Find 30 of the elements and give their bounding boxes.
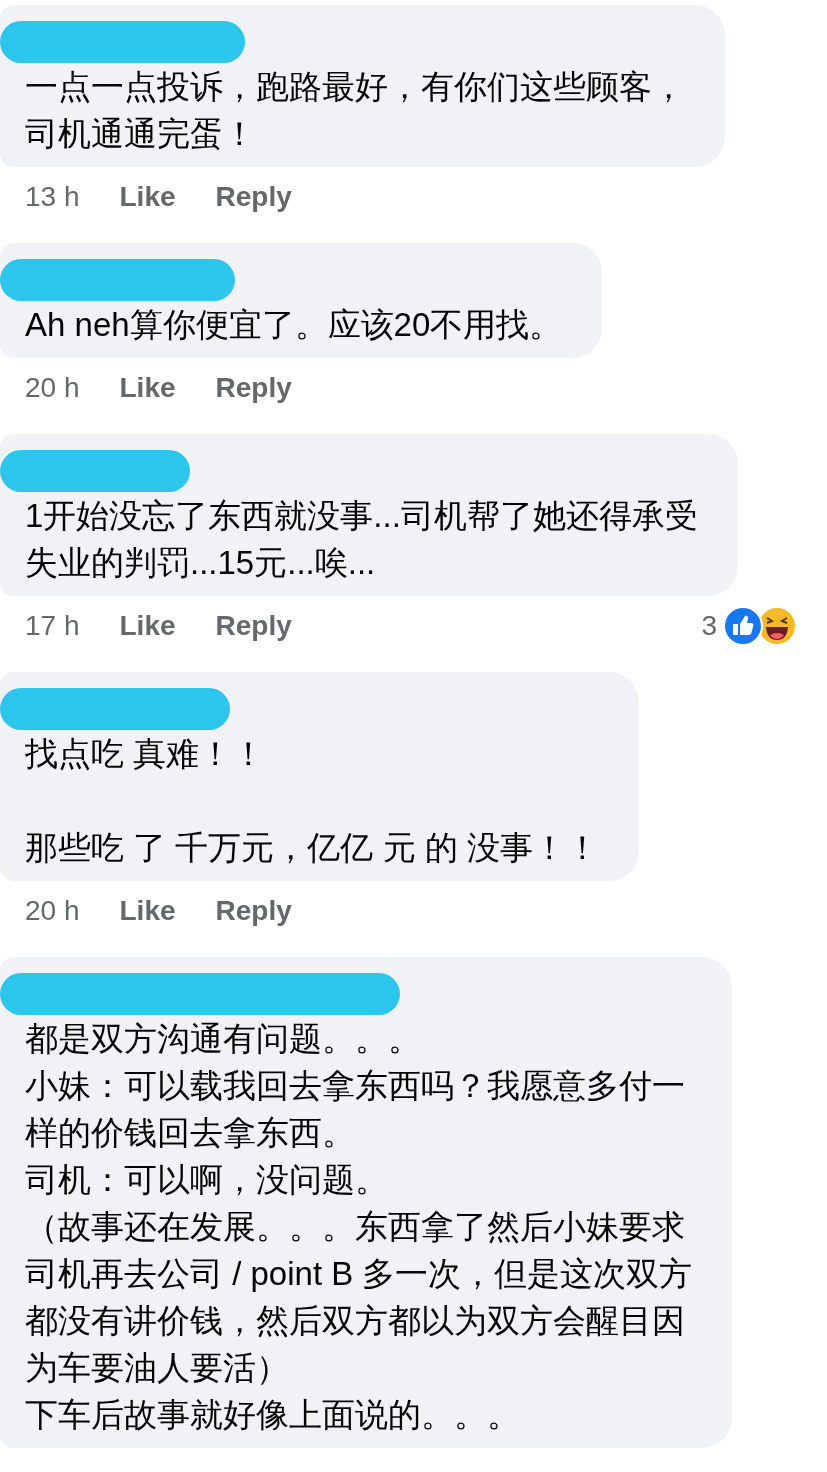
like-link[interactable]: Like [119, 605, 176, 647]
reply-link[interactable]: Reply [215, 605, 292, 647]
comment-text-line: 都是双方沟通有问题。。。 [25, 1019, 422, 1059]
comment-text-line: Ah neh算你便宜了。应该20不用找。 [25, 305, 563, 345]
comment-time: 20 h [25, 371, 80, 405]
thumbs-up-icon [723, 606, 763, 646]
comment-time: 13 h [25, 180, 80, 214]
comment-time: 20 h [25, 894, 80, 928]
comment-text-line: 为车要油人要活） [25, 1348, 290, 1388]
comment-text-line: 找点吃 真难！！ [25, 734, 267, 774]
comment-text-line: 司机通通完蛋！ [25, 114, 257, 154]
reaction-count: 3 [701, 609, 717, 643]
comment-text-line: 一点一点投诉，跑路最好，有你们这些顾客， [25, 67, 685, 107]
comment-text-line: （故事还在发展。。。东西拿了然后小妹要求 [25, 1207, 686, 1247]
comment-time: 17 h [25, 609, 80, 643]
comment-text-line: 1开始没忘了东西就没事...司机帮了她还得承受 [25, 496, 698, 536]
reply-link[interactable]: Reply [215, 367, 292, 409]
comment-text-line: 那些吃 了 千万元，亿亿 元 的 没事！！ [25, 828, 599, 868]
reply-link[interactable]: Reply [215, 890, 292, 932]
like-link[interactable]: Like [119, 176, 176, 218]
comment-text-line: 小妹：可以载我回去拿东西吗？我愿意多付一 [25, 1066, 686, 1106]
comment-text-line: 失业的判罚...15元...唉... [25, 543, 377, 583]
comment-text-line: 司机：可以啊，没问题。 [25, 1160, 389, 1200]
reply-link[interactable]: Reply [215, 176, 292, 218]
comment-text-line: 都没有讲价钱，然后双方都以为双方会醒目因 [25, 1301, 686, 1341]
like-link[interactable]: Like [119, 367, 176, 409]
comment-text-line: 样的价钱回去拿东西。 [25, 1113, 356, 1153]
comment-text-line: 下车后故事就好像上面说的。。。 [25, 1395, 521, 1435]
like-link[interactable]: Like [119, 890, 176, 932]
comment-text-line: 司机再去公司 / point B 多一次，但是这次双方 [25, 1254, 693, 1294]
